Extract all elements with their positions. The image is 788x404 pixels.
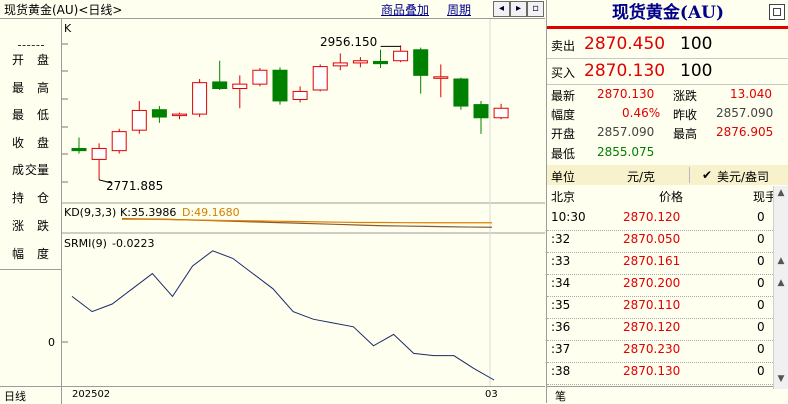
quote-title: 现货黄金(AU) bbox=[611, 3, 725, 23]
unit-row: 单位 元/克 ✔ 美元/盎司 bbox=[547, 165, 788, 185]
high-marker-label: 2956.150 bbox=[320, 35, 378, 49]
candle-body bbox=[453, 78, 469, 107]
candle-body bbox=[151, 109, 167, 118]
period-tab[interactable]: 日线 bbox=[4, 388, 26, 404]
currency-option[interactable]: 美元/盎司 bbox=[717, 168, 769, 185]
tick-row: 10:30 2870.120 0 bbox=[551, 210, 765, 224]
tick-row: :37 2870.230 0 bbox=[551, 342, 765, 356]
candle-body bbox=[91, 147, 107, 160]
candle-body bbox=[272, 69, 288, 102]
time-axis: 日线 202502 03 bbox=[0, 386, 545, 404]
buy-row: 买入 2870.130 100 bbox=[551, 61, 713, 81]
quote-panel: 现货黄金(AU) 卖出 2870.450 100 买入 2870.130 100… bbox=[546, 0, 788, 403]
kd-d-line bbox=[122, 218, 493, 224]
window-restore-icon[interactable] bbox=[769, 4, 785, 20]
candle-body bbox=[413, 49, 429, 76]
kd-indicator-label: KD(9,3,3) bbox=[64, 206, 117, 219]
kline-chart[interactable]: K 2956.150 2771.885 KD(9,3,3) K:35.3986 … bbox=[62, 19, 545, 386]
candle-body bbox=[373, 60, 388, 65]
info-divider bbox=[18, 45, 44, 46]
candle-body bbox=[192, 82, 208, 115]
srmi-zero-label: 0 bbox=[48, 336, 55, 349]
tick-row: :38 2870.130 0 bbox=[551, 364, 765, 378]
tick-row: :36 2870.120 0 bbox=[551, 320, 765, 334]
ticks-scrollbar[interactable]: ▲ ▲ ▲ ▼ bbox=[773, 186, 788, 389]
candle-body bbox=[393, 50, 409, 62]
kd-d-value: D:49.1680 bbox=[182, 206, 240, 219]
title-underline bbox=[547, 26, 788, 29]
candle-body bbox=[292, 90, 308, 100]
candle-body bbox=[232, 83, 248, 90]
sell-price: 2870.450 bbox=[584, 34, 666, 54]
chart-toolbar: 现货黄金(AU)<日线> 商品叠加 周期 ◂ ▸ ▫ bbox=[0, 0, 545, 19]
currency-check-icon[interactable]: ✔ bbox=[702, 168, 712, 182]
kd-k-value: K:35.3986 bbox=[120, 206, 177, 219]
chart-title: 现货黄金(AU)<日线> bbox=[4, 3, 123, 17]
tick-row: :33 2870.161 0 bbox=[551, 254, 765, 268]
info-panel-bottom-line bbox=[0, 269, 61, 270]
candle-body bbox=[332, 62, 348, 67]
scroll-up-icon-3[interactable]: ▲ bbox=[775, 278, 787, 290]
candle-body bbox=[131, 109, 147, 131]
box-icon[interactable]: ▫ bbox=[527, 1, 544, 17]
tick-row: :32 2870.050 0 bbox=[551, 232, 765, 246]
candle-body bbox=[111, 131, 127, 152]
low-marker-label: 2771.885 bbox=[106, 179, 164, 193]
srmi-line bbox=[71, 250, 495, 381]
x-axis-start: 202502 bbox=[72, 389, 111, 400]
x-axis-end: 03 bbox=[485, 389, 498, 400]
srmi-value: -0.0223 bbox=[112, 237, 155, 250]
scroll-up-icon[interactable]: ▲ bbox=[775, 188, 787, 200]
kline-label: K bbox=[64, 22, 72, 35]
candle-body bbox=[312, 66, 328, 91]
sell-qty: 100 bbox=[680, 34, 713, 54]
candle-body bbox=[433, 76, 449, 79]
tick-row: :35 2870.110 0 bbox=[551, 298, 765, 312]
overlay-link[interactable]: 商品叠加 bbox=[381, 1, 429, 18]
candle-body bbox=[172, 113, 187, 117]
candle-body bbox=[493, 107, 509, 119]
sell-row: 卖出 2870.450 100 bbox=[551, 34, 713, 54]
tick-row: :34 2870.200 0 bbox=[551, 276, 765, 290]
srmi-indicator-label: SRMI(9) bbox=[64, 237, 107, 250]
prev-arrow-icon[interactable]: ◂ bbox=[493, 1, 510, 17]
unit-value: 元/克 bbox=[627, 170, 656, 184]
buy-qty: 100 bbox=[680, 61, 713, 81]
bottom-tab-trades[interactable]: 笔 bbox=[555, 388, 566, 404]
scroll-up-icon-2[interactable]: ▲ bbox=[775, 256, 787, 268]
ticks-footer: 笔 bbox=[547, 386, 773, 404]
candle-body bbox=[473, 104, 489, 119]
info-panel: 开 盘 最 高 最 低 收 盘 成 交量 持 仓 涨 跌 幅 度 bbox=[0, 19, 62, 386]
kline-chart-svg[interactable] bbox=[62, 19, 545, 386]
period-link[interactable]: 周期 bbox=[447, 1, 471, 18]
next-arrow-icon[interactable]: ▸ bbox=[510, 1, 527, 17]
scroll-down-icon[interactable]: ▼ bbox=[775, 374, 787, 386]
candle-body bbox=[252, 69, 268, 85]
candle-body bbox=[212, 81, 228, 90]
candle-body bbox=[71, 147, 87, 152]
candle-body bbox=[352, 60, 368, 64]
buy-price: 2870.130 bbox=[584, 61, 666, 81]
